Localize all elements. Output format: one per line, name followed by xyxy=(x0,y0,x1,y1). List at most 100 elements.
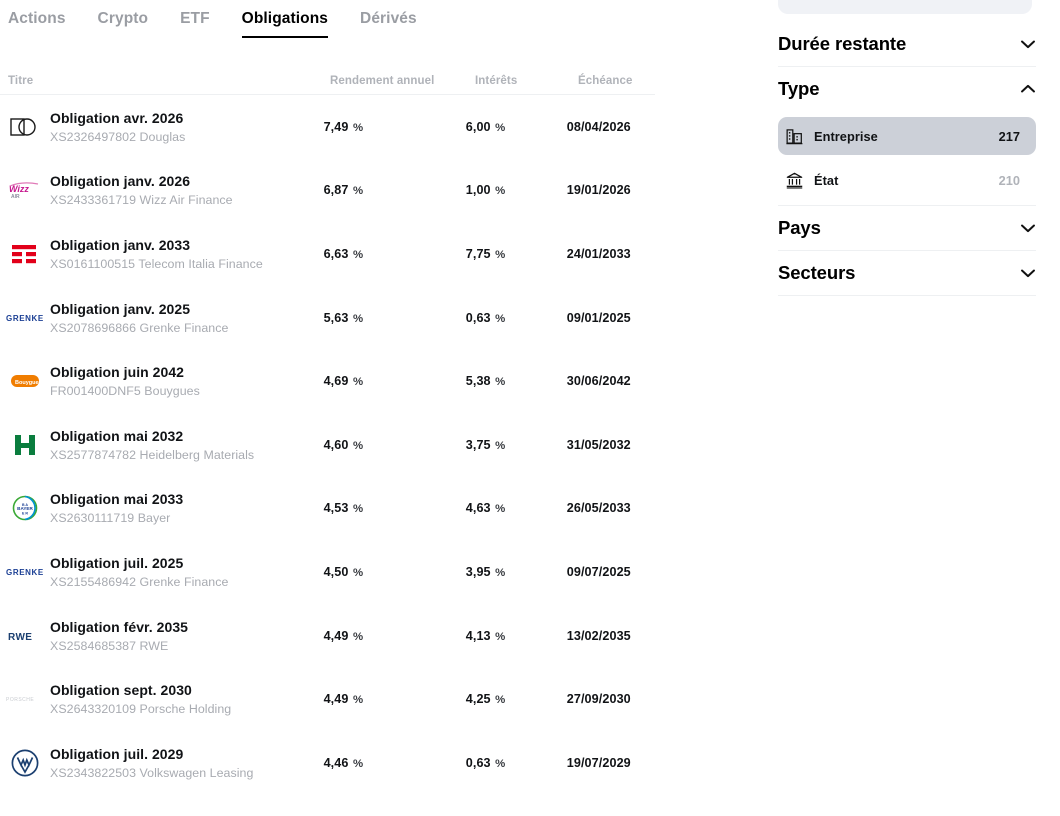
bond-name: Obligation févr. 2035 xyxy=(50,618,188,635)
yield-value: 6,63 xyxy=(323,246,349,261)
bonds-table: Titre Rendement annuel Intérêts Échéance… xyxy=(0,70,655,795)
percent-symbol: % xyxy=(495,248,506,261)
tab-actions[interactable]: Actions xyxy=(8,10,66,38)
percent-symbol: % xyxy=(495,503,506,516)
table-row[interactable]: Obligation juil. 2029 XS2343822503 Volksw… xyxy=(0,731,655,795)
tab-drivs[interactable]: Dérivés xyxy=(360,10,417,38)
tab-obligations[interactable]: Obligations xyxy=(241,10,329,38)
filter-section-type: Type Entreprise 217 État 210 xyxy=(762,67,1052,199)
filter-section-secteurs: Secteurs xyxy=(762,251,1052,295)
column-header-maturity[interactable]: Échéance xyxy=(578,75,655,87)
filter-header[interactable]: Secteurs xyxy=(778,251,1036,295)
cell-interest: 4,25 % xyxy=(466,690,567,708)
cell-yield: 4,49 % xyxy=(324,690,466,708)
interest-value: 0,63 xyxy=(465,755,491,770)
bond-isin-issuer: FR001400DNF5 Bouygues xyxy=(50,384,200,399)
maturity-date: 09/07/2025 xyxy=(566,564,631,579)
percent-symbol: % xyxy=(495,566,506,579)
cell-maturity: 30/06/2042 xyxy=(567,372,655,390)
filter-header[interactable]: Type xyxy=(778,67,1036,111)
filter-option-label: Entreprise xyxy=(814,128,878,144)
bond-titles: Obligation juil. 2029 XS2343822503 Volksw… xyxy=(50,746,253,780)
maturity-date: 19/01/2026 xyxy=(566,183,631,198)
svg-text:RWE: RWE xyxy=(8,632,32,642)
filter-option-label: État xyxy=(814,172,839,188)
cell-maturity: 27/09/2030 xyxy=(567,690,655,708)
percent-symbol: % xyxy=(495,439,506,452)
issuer-logo xyxy=(0,425,50,465)
maturity-date: 08/04/2026 xyxy=(566,119,631,134)
chevron-down-icon xyxy=(1021,40,1035,49)
office-building-icon xyxy=(786,128,803,144)
table-row[interactable]: Bouygues Obligation juin 2042 FR001400DNF5… xyxy=(0,349,655,413)
column-header-title[interactable]: Titre xyxy=(0,75,330,87)
percent-symbol: % xyxy=(352,121,364,134)
issuer-logo xyxy=(0,234,50,274)
wizzair-logo: WizzAIR xyxy=(9,182,39,199)
cell-title: PORSCHE Obligation sept. 2030 XS2643320109… xyxy=(0,679,324,719)
table-row[interactable]: GRENKE Obligation juil. 2025 XS2155486942 … xyxy=(0,540,655,604)
interest-value: 3,75 xyxy=(465,437,491,452)
maturity-date: 09/01/2025 xyxy=(566,310,631,325)
asset-class-tabs: Actions Crypto ETF Obligations Dérivés xyxy=(0,0,417,38)
yield-value: 4,69 xyxy=(323,374,349,389)
table-row[interactable]: GRENKE Obligation janv. 2025 XS2078696866 … xyxy=(0,286,655,350)
interest-value: 6,00 xyxy=(465,119,491,134)
table-row[interactable]: Obligation janv. 2033 XS0161100515 Teleco… xyxy=(0,222,655,286)
cell-maturity: 19/01/2026 xyxy=(567,181,655,199)
tab-etf[interactable]: ETF xyxy=(180,10,210,38)
table-row[interactable]: PORSCHE Obligation sept. 2030 XS2643320109… xyxy=(0,667,655,731)
cell-interest: 4,13 % xyxy=(466,627,567,645)
bond-titles: Obligation janv. 2025 XS2078696866 Grenke… xyxy=(50,301,228,335)
filter-header[interactable]: Pays xyxy=(778,206,1036,250)
filter-option-entreprise[interactable]: Entreprise 217 xyxy=(778,117,1036,155)
cell-yield: 4,53 % xyxy=(324,499,466,517)
table-row[interactable]: Obligation mai 2032 XS2577874782 Heidelbe… xyxy=(0,413,655,477)
tab-crypto[interactable]: Crypto xyxy=(98,10,149,38)
bond-isin-issuer: XS2643320109 Porsche Holding xyxy=(50,702,232,717)
filter-option-etat[interactable]: État 210 xyxy=(778,161,1036,199)
bond-titles: Obligation avr. 2026 XS2326497802 Douglas xyxy=(50,110,185,144)
filter-option-count: 217 xyxy=(998,128,1020,144)
filters-sidebar: Durée restante Type Entreprise 217 État 210 Pa… xyxy=(762,0,1052,296)
filter-header[interactable]: Durée restante xyxy=(778,22,1036,66)
table-row[interactable]: Wizz AIR Obligation janv. 2026 XS2433361719… xyxy=(0,159,655,223)
percent-symbol: % xyxy=(495,694,506,707)
bayer-logo: B ABAYERE R xyxy=(12,496,38,521)
cell-title: Obligation avr. 2026 XS2326497802 Douglas xyxy=(0,107,324,147)
percent-symbol: % xyxy=(352,694,364,707)
table-row[interactable]: Obligation avr. 2026 XS2326497802 Douglas… xyxy=(0,95,655,159)
bond-name: Obligation janv. 2025 xyxy=(50,300,191,317)
telecom-italia-logo xyxy=(12,244,36,264)
svg-text:Bouygues: Bouygues xyxy=(15,380,40,386)
bond-name: Obligation mai 2032 xyxy=(50,427,184,444)
column-header-interest[interactable]: Intérêts xyxy=(475,75,578,87)
bond-titles: Obligation févr. 2035 XS2584685387 RWE xyxy=(50,619,188,653)
grenke-logo: GRENKE xyxy=(6,568,43,577)
chevron-down-icon xyxy=(1021,224,1035,233)
maturity-date: 30/06/2042 xyxy=(566,374,631,389)
column-header-yield[interactable]: Rendement annuel xyxy=(330,75,475,87)
yield-value: 4,53 xyxy=(323,501,349,516)
yield-value: 7,49 xyxy=(323,119,349,134)
yield-value: 5,63 xyxy=(323,310,349,325)
cell-yield: 6,63 % xyxy=(324,245,466,263)
table-body: Obligation avr. 2026 XS2326497802 Douglas… xyxy=(0,95,655,795)
table-row[interactable]: RWE Obligation févr. 2035 XS2584685387 RWE… xyxy=(0,604,655,668)
filter-title: Type xyxy=(778,78,820,99)
interest-value: 4,63 xyxy=(465,501,491,516)
bank-icon xyxy=(786,172,803,189)
bond-name: Obligation janv. 2026 xyxy=(50,173,191,190)
percent-symbol: % xyxy=(352,376,364,389)
cell-interest: 4,63 % xyxy=(466,499,567,517)
table-header-row: Titre Rendement annuel Intérêts Échéance xyxy=(0,70,655,95)
bond-titles: Obligation janv. 2026 XS2433361719 Wizz A… xyxy=(50,173,233,207)
cell-interest: 7,75 % xyxy=(466,245,567,263)
svg-text:E R: E R xyxy=(22,512,28,516)
filter-sections: Durée restante Type Entreprise 217 État 210 Pa… xyxy=(762,0,1052,296)
issuer-logo: PORSCHE xyxy=(0,679,50,719)
table-row[interactable]: B A BAYER E R Obligation mai 2033 XS26301117… xyxy=(0,477,655,541)
bond-isin-issuer: XS2078696866 Grenke Finance xyxy=(50,320,229,335)
bond-isin-issuer: XS2584685387 RWE xyxy=(50,638,169,653)
filter-search-box[interactable] xyxy=(778,0,1032,14)
